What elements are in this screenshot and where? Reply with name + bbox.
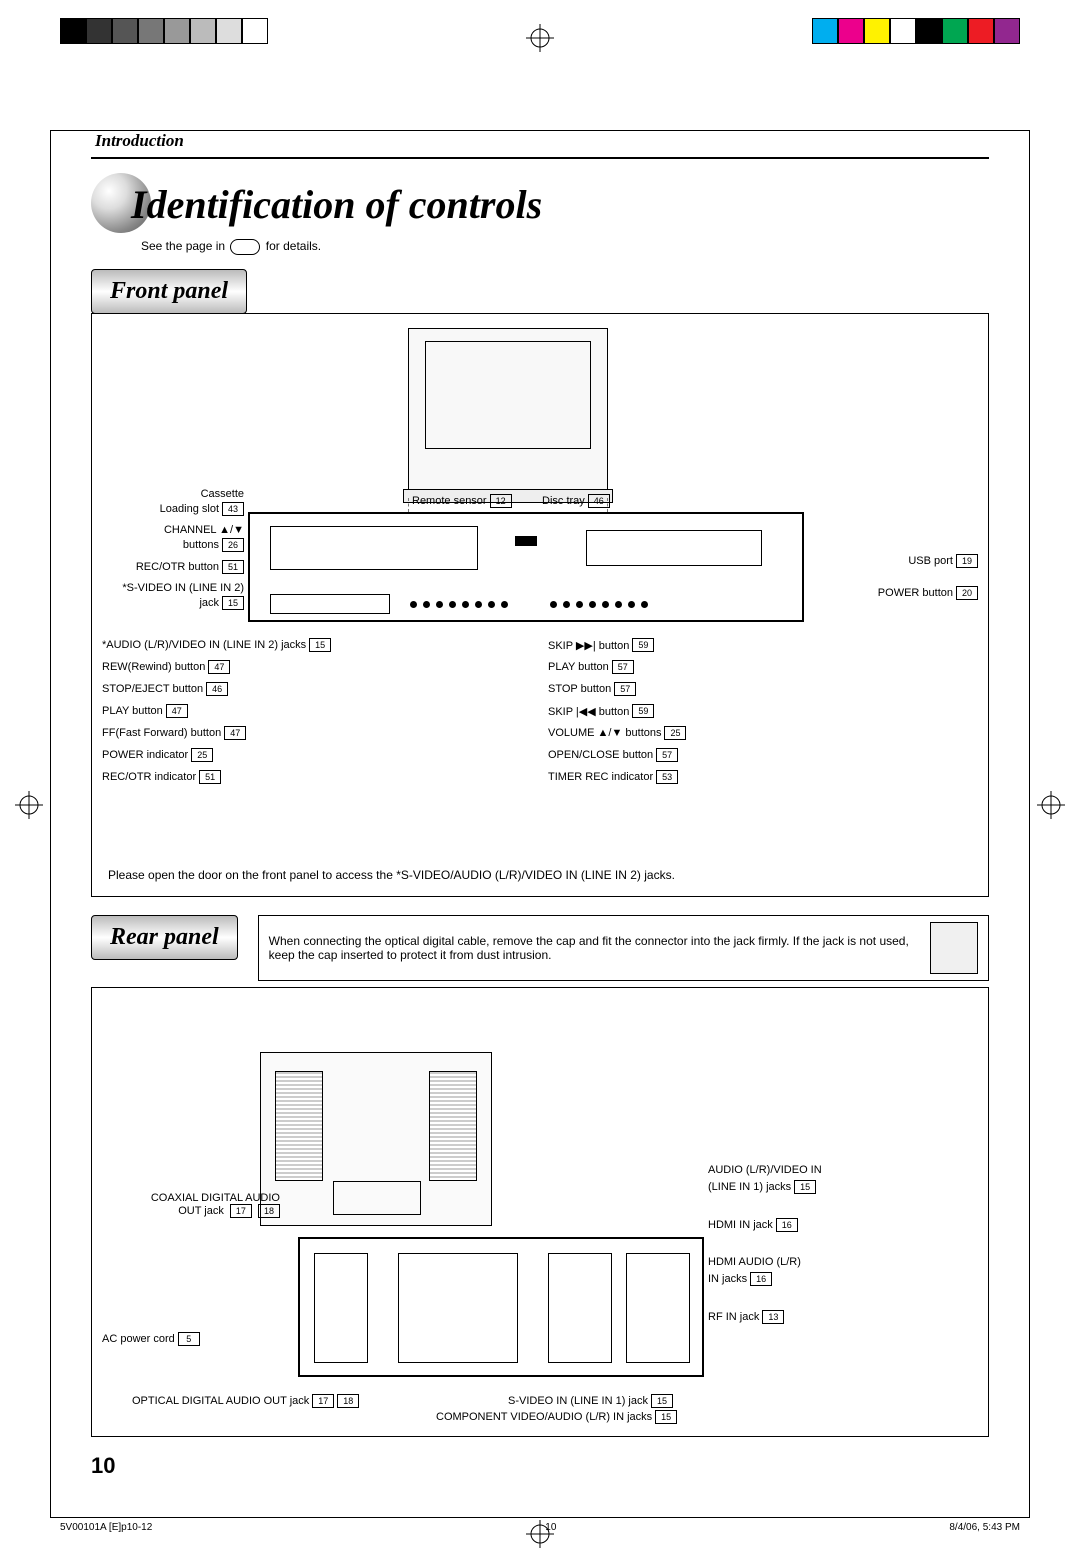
rear-optical-note-box: When connecting the optical digital cabl… [258, 915, 989, 981]
subnote-post: for details. [266, 239, 321, 253]
front-jack-panel [270, 594, 390, 614]
label-power-button: POWER button20 [878, 586, 978, 600]
rear-tv-illustration [260, 1052, 492, 1226]
deck-illustration [248, 512, 804, 622]
label-ff-fast-forward-button: FF(Fast Forward) button47 [102, 726, 246, 740]
label-cassette: Cassette [201, 488, 244, 500]
label-disc-tray: Disc tray46 [542, 494, 610, 508]
color-swatches [812, 18, 1020, 44]
grayscale-swatches [60, 18, 268, 44]
tv-screen [425, 341, 591, 449]
rear-panel-header-row: Rear panel When connecting the optical d… [91, 915, 989, 981]
label--audio-l-r-video-in-line-in-2-jacks: *AUDIO (L/R)/VIDEO IN (LINE IN 2) jacks1… [102, 638, 331, 652]
label-rf-in-jack: RF IN jack13 [708, 1310, 784, 1324]
label-hdmi-in-jack: HDMI IN jack16 [708, 1218, 798, 1232]
label-svideo-in: S-VIDEO IN (LINE IN 1) jack15 [508, 1394, 673, 1408]
subnote-pre: See the page in [141, 239, 225, 253]
page-title-wrap: Identification of controls [91, 177, 989, 233]
component-group [398, 1253, 518, 1363]
label-remote-sensor: Remote sensor12 [412, 494, 512, 508]
label-usb-port: USB port19 [908, 554, 978, 568]
label-jack: jack15 [199, 596, 244, 610]
label-skip-button: SKIP |◀◀ button59 [548, 704, 654, 718]
rear-panel-diagram: COAXIAL DIGITAL AUDIO OUT jack 17 18 AC … [108, 1002, 972, 1422]
label-skip-button: SKIP ▶▶| button59 [548, 638, 654, 652]
front-panel-diagram: Remote sensor12 Disc tray46 Cassette Load… [108, 328, 972, 858]
rear-panel-body [298, 1237, 704, 1377]
rear-tv-panel-inset [333, 1181, 421, 1215]
label-timer-rec-indicator: TIMER REC indicator53 [548, 770, 678, 784]
label-rec-otr-button: REC/OTR button51 [136, 560, 244, 574]
reg-mark-left [15, 791, 43, 824]
reg-mark-right [1037, 791, 1065, 824]
label-component-in: COMPONENT VIDEO/AUDIO (L/R) IN jacks15 [436, 1410, 677, 1424]
label-power-indicator: POWER indicator25 [102, 748, 213, 762]
label-stop-eject-button: STOP/EJECT button46 [102, 682, 228, 696]
rear-panel-tag: Rear panel [91, 915, 238, 960]
label--line-in-1-jacks: (LINE IN 1) jacks15 [708, 1180, 816, 1194]
label-stop-button: STOP button57 [548, 682, 636, 696]
front-panel-note: Please open the door on the front panel … [108, 868, 972, 882]
rear-panel-box: COAXIAL DIGITAL AUDIO OUT jack 17 18 AC … [91, 987, 989, 1437]
front-panel-tag: Front panel [91, 269, 247, 314]
label-ac-cord: AC power cord5 [102, 1332, 200, 1346]
disc-tray-graphic [586, 530, 762, 566]
registration-marks-top [0, 0, 1080, 90]
reg-mark-top [526, 24, 554, 57]
reg-mark-bottom [526, 1520, 554, 1553]
label-volume-buttons: VOLUME ▲/▼ buttons25 [548, 726, 686, 740]
hdmi-group [626, 1253, 690, 1363]
label-rec-otr-indicator: REC/OTR indicator51 [102, 770, 221, 784]
label-buttons: buttons26 [183, 538, 244, 552]
label-coaxial: COAXIAL DIGITAL AUDIO OUT jack 17 18 [102, 1192, 280, 1218]
digital-audio-out-group [314, 1253, 368, 1363]
front-panel-box: Remote sensor12 Disc tray46 Cassette Load… [91, 313, 989, 897]
section-header: Introduction [91, 131, 989, 159]
cassette-slot [270, 526, 478, 570]
remote-sensor-graphic [515, 536, 537, 546]
label-hdmi-audio-l-r-: HDMI AUDIO (L/R) [708, 1256, 801, 1268]
page-title: Identification of controls [131, 181, 542, 228]
label-optical-out: OPTICAL DIGITAL AUDIO OUT jack 17 18 [132, 1394, 359, 1408]
tv-illustration [408, 328, 608, 498]
label-channel-: CHANNEL ▲/▼ [164, 524, 244, 536]
rear-speaker-right [429, 1071, 477, 1181]
page-frame: Introduction Identification of controls … [50, 130, 1030, 1518]
optical-jack-icon [930, 922, 978, 974]
label-open-close-button: OPEN/CLOSE button57 [548, 748, 678, 762]
page-number: 10 [91, 1437, 989, 1487]
rear-optical-note-text: When connecting the optical digital cabl… [269, 934, 920, 962]
label-play-button: PLAY button47 [102, 704, 188, 718]
page-reference-note: See the page in for details. [141, 239, 989, 255]
label-in-jacks: IN jacks16 [708, 1272, 772, 1286]
label-audio-l-r-video-in: AUDIO (L/R)/VIDEO IN [708, 1164, 822, 1176]
page-ref-box-icon [230, 239, 260, 255]
label-play-button: PLAY button57 [548, 660, 634, 674]
label--s-video-in-line-in-2-: *S-VIDEO IN (LINE IN 2) [122, 582, 244, 594]
control-buttons-row [410, 592, 770, 616]
line-in-group [548, 1253, 612, 1363]
label-loading-slot: Loading slot43 [160, 502, 244, 516]
rear-speaker-left [275, 1071, 323, 1181]
label-rew-rewind-button: REW(Rewind) button47 [102, 660, 230, 674]
